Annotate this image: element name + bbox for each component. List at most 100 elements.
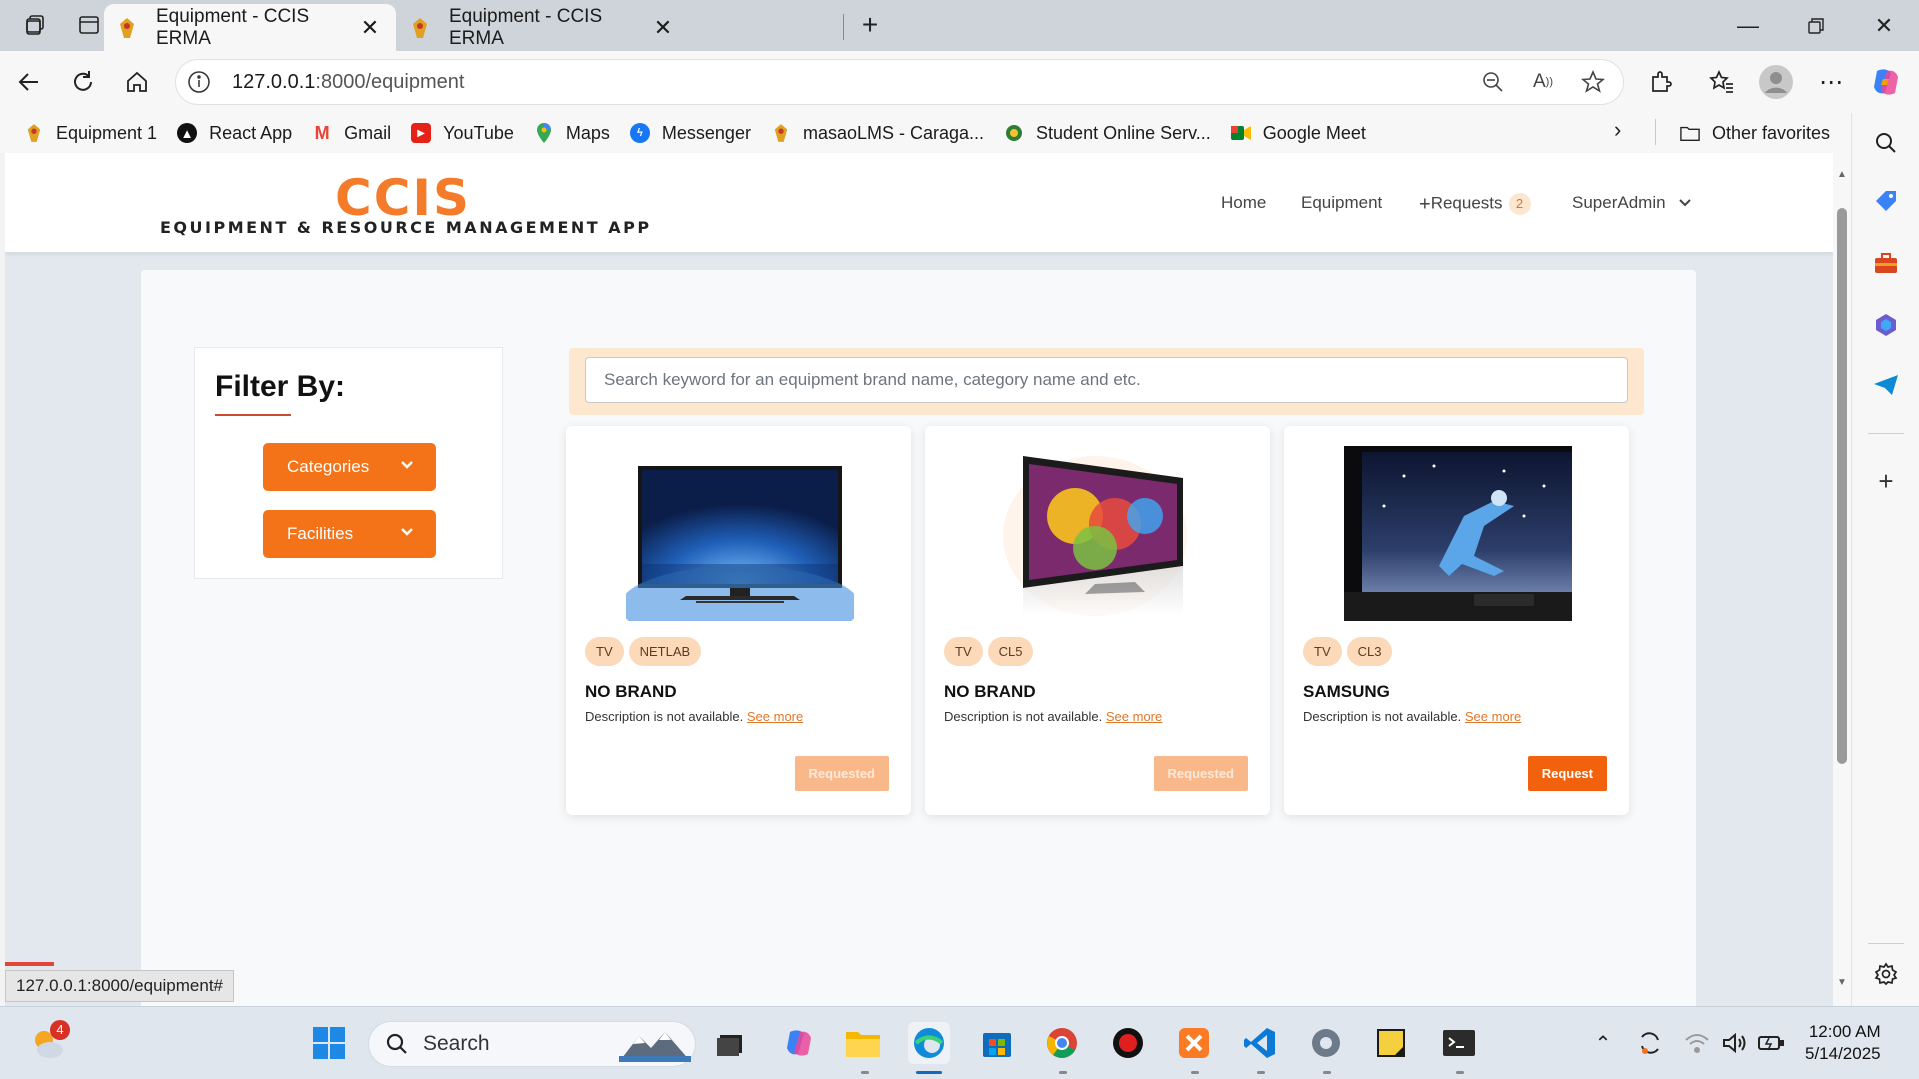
mountain-highlight-icon bbox=[619, 1032, 691, 1062]
copilot-taskbar-icon[interactable] bbox=[778, 1022, 820, 1064]
microsoft-store-icon[interactable] bbox=[976, 1022, 1018, 1064]
task-view-icon[interactable] bbox=[710, 1022, 752, 1064]
terminal-icon[interactable] bbox=[1438, 1022, 1480, 1064]
facilities-dropdown-button[interactable]: Facilities bbox=[263, 510, 436, 558]
running-indicator bbox=[1456, 1071, 1464, 1074]
favorites-icon[interactable] bbox=[1703, 63, 1741, 101]
nav-requests[interactable]: +Requests 2 bbox=[1419, 193, 1531, 216]
tab-equipment-active[interactable]: Equipment - CCIS ERMA ✕ bbox=[104, 4, 396, 51]
browser-toolbar: 127.0.0.1:8000/equipment A)) ⋯ bbox=[0, 51, 1919, 113]
sticky-notes-icon[interactable] bbox=[1370, 1022, 1412, 1064]
tv-image[interactable] bbox=[620, 446, 860, 646]
link-status-bubble: 127.0.0.1:8000/equipment# bbox=[5, 970, 235, 1002]
profile-avatar[interactable] bbox=[1757, 63, 1795, 101]
close-tab-icon[interactable]: ✕ bbox=[358, 15, 382, 41]
tv-image[interactable] bbox=[1344, 446, 1572, 621]
bookmark-youtube[interactable]: ▶ YouTube bbox=[401, 116, 524, 150]
tools-briefcase-icon[interactable] bbox=[1870, 247, 1902, 279]
settings-gear-icon[interactable] bbox=[1870, 958, 1902, 990]
read-aloud-icon[interactable]: A)) bbox=[1523, 62, 1563, 102]
copilot-app-icon[interactable] bbox=[1870, 309, 1902, 341]
chevron-right-icon[interactable]: › bbox=[1614, 117, 1621, 143]
site-info-icon[interactable] bbox=[186, 69, 212, 95]
settings-app-icon[interactable] bbox=[1305, 1022, 1347, 1064]
school-seal-icon bbox=[1004, 123, 1024, 143]
bookmark-masaolms[interactable]: masaoLMS - Caraga... bbox=[761, 116, 994, 150]
xampp-icon[interactable] bbox=[1173, 1022, 1215, 1064]
battery-icon[interactable] bbox=[1750, 1022, 1792, 1064]
weather-icon[interactable]: 4 bbox=[26, 1020, 70, 1064]
item-brand: NO BRAND bbox=[944, 682, 1036, 701]
see-more-link[interactable]: See more bbox=[747, 709, 803, 724]
nav-home[interactable]: Home bbox=[1221, 193, 1266, 213]
categories-dropdown-button[interactable]: Categories bbox=[263, 443, 436, 491]
tv-image[interactable] bbox=[985, 446, 1213, 621]
minimize-icon[interactable]: — bbox=[1714, 0, 1782, 51]
requested-button[interactable]: Requested bbox=[794, 756, 889, 791]
filter-panel: Filter By: Categories Facilities bbox=[194, 347, 503, 579]
system-clock[interactable]: 12:00 AM 5/14/2025 bbox=[1805, 1021, 1881, 1065]
tab-equipment[interactable]: Equipment - CCIS ERMA ✕ bbox=[397, 4, 689, 51]
bookmark-gmail[interactable]: M Gmail bbox=[302, 116, 401, 150]
home-icon[interactable] bbox=[118, 63, 156, 101]
bookmark-student-online[interactable]: Student Online Serv... bbox=[994, 116, 1221, 150]
taskbar-search[interactable]: Search bbox=[368, 1021, 696, 1067]
scroll-up-icon[interactable]: ▲ bbox=[1837, 169, 1847, 180]
nav-requests-label: Requests bbox=[1430, 193, 1503, 213]
search-icon[interactable] bbox=[1870, 127, 1902, 159]
request-button[interactable]: Request bbox=[1527, 756, 1607, 791]
bookmark-google-meet[interactable]: Google Meet bbox=[1221, 116, 1376, 150]
sync-icon[interactable] bbox=[1629, 1022, 1671, 1064]
bookmark-equipment-1[interactable]: Equipment 1 bbox=[14, 116, 167, 150]
vscode-icon[interactable] bbox=[1239, 1022, 1281, 1064]
equipment-panel: Filter By: Categories Facilities Search … bbox=[141, 270, 1696, 1006]
react-icon: ▲ bbox=[177, 123, 198, 143]
nav-user-menu[interactable]: SuperAdmin bbox=[1572, 193, 1692, 213]
windows-start-icon[interactable] bbox=[308, 1022, 350, 1064]
clock-time: 12:00 AM bbox=[1808, 1022, 1881, 1041]
scroll-down-icon[interactable]: ▼ bbox=[1837, 977, 1847, 988]
new-tab-icon[interactable]: + bbox=[853, 8, 887, 42]
zoom-out-icon[interactable] bbox=[1473, 62, 1513, 102]
workspaces-icon[interactable] bbox=[18, 8, 52, 42]
nav-equipment[interactable]: Equipment bbox=[1301, 193, 1382, 213]
show-hidden-icons-chevron[interactable]: ⌃ bbox=[1582, 1022, 1624, 1064]
scrollbar-thumb[interactable] bbox=[1837, 208, 1847, 764]
item-description: Description is not available. See more bbox=[585, 709, 804, 724]
extensions-icon[interactable] bbox=[1642, 63, 1680, 101]
url-text[interactable]: 127.0.0.1:8000/equipment bbox=[232, 71, 1473, 94]
file-explorer-icon[interactable] bbox=[842, 1022, 884, 1064]
address-bar[interactable]: 127.0.0.1:8000/equipment A)) bbox=[175, 59, 1624, 105]
running-indicator bbox=[861, 1071, 869, 1074]
more-options-icon[interactable]: ⋯ bbox=[1812, 63, 1850, 101]
favorite-star-icon[interactable] bbox=[1573, 62, 1613, 102]
bookmark-messenger[interactable]: ϟ Messenger bbox=[620, 116, 761, 150]
close-window-icon[interactable]: ✕ bbox=[1850, 0, 1918, 51]
equipment-search-input[interactable] bbox=[585, 357, 1628, 403]
restore-icon[interactable] bbox=[1782, 0, 1850, 51]
chrome-icon[interactable] bbox=[1041, 1022, 1083, 1064]
back-icon[interactable] bbox=[10, 63, 48, 101]
recorder-icon[interactable] bbox=[1107, 1022, 1149, 1064]
wifi-icon[interactable] bbox=[1676, 1022, 1718, 1064]
see-more-link[interactable]: See more bbox=[1465, 709, 1521, 724]
app-navbar: CCIS EQUIPMENT & RESOURCE MANAGEMENT APP… bbox=[5, 153, 1833, 253]
vertical-tabs-icon[interactable] bbox=[72, 8, 106, 42]
copilot-icon[interactable] bbox=[1867, 63, 1905, 101]
app-logo-subtitle: EQUIPMENT & RESOURCE MANAGEMENT APP bbox=[160, 218, 652, 237]
bookmark-react-app[interactable]: ▲ React App bbox=[167, 116, 302, 150]
bookmark-other-favorites[interactable]: Other favorites bbox=[1670, 116, 1840, 150]
see-more-link[interactable]: See more bbox=[1106, 709, 1162, 724]
meet-icon bbox=[1230, 123, 1251, 143]
close-tab-icon[interactable]: ✕ bbox=[651, 15, 675, 41]
volume-icon[interactable] bbox=[1713, 1022, 1755, 1064]
shopping-tag-icon[interactable] bbox=[1870, 185, 1902, 217]
edge-browser-icon[interactable] bbox=[908, 1022, 950, 1064]
add-icon[interactable]: + bbox=[1870, 465, 1902, 497]
page-scrollbar[interactable]: ▲ ▼ bbox=[1833, 153, 1851, 1006]
refresh-icon[interactable] bbox=[64, 63, 102, 101]
running-indicator bbox=[1191, 1071, 1199, 1074]
send-icon[interactable] bbox=[1870, 369, 1902, 401]
requested-button[interactable]: Requested bbox=[1153, 756, 1248, 791]
bookmark-maps[interactable]: Maps bbox=[524, 116, 620, 150]
